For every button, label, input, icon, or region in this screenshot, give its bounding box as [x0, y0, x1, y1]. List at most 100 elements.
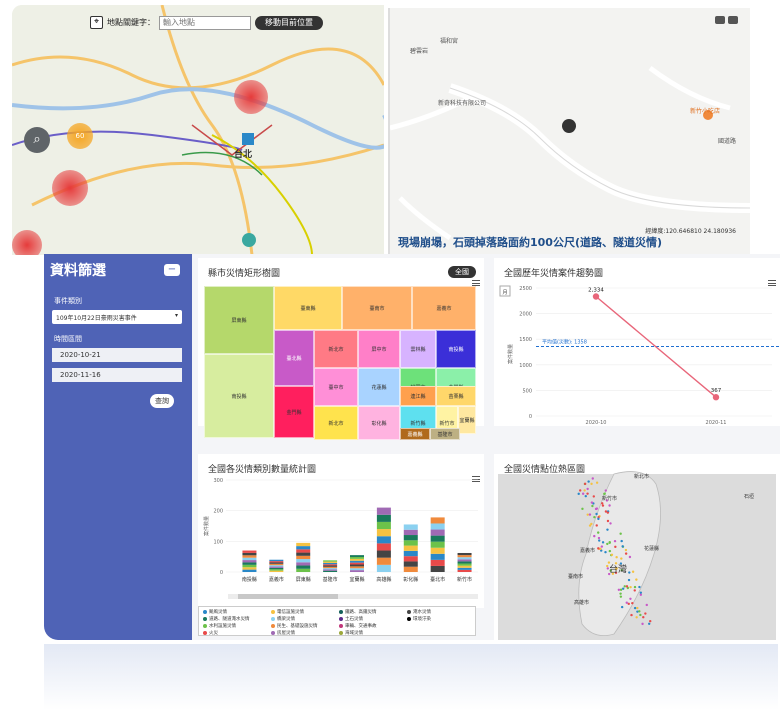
- legend-item[interactable]: 環境汙染: [407, 616, 431, 622]
- treemap-cell[interactable]: 雲林縣: [400, 330, 436, 368]
- legend-item[interactable]: 車輛、交通事故: [339, 623, 377, 629]
- legend-swatch: [271, 630, 275, 635]
- treemap-cell[interactable]: 臺東縣: [274, 286, 342, 330]
- incident-dot: [606, 528, 609, 531]
- legend-item[interactable]: 火災: [203, 630, 218, 636]
- taiwan-heat-map[interactable]: 新竹市花蓮縣台灣高雄市 臺南市 嘉義市 新北市石垣: [494, 454, 780, 642]
- treemap-cell[interactable]: 彰化縣: [358, 406, 400, 440]
- incident-dot: [592, 495, 595, 498]
- incident-dot: [595, 481, 599, 484]
- treemap-cell[interactable]: 苗栗縣: [436, 386, 476, 406]
- legend-item[interactable]: 土石災情: [339, 616, 363, 622]
- legend-item[interactable]: 電信設施災情: [271, 609, 304, 615]
- incident-dot: [610, 553, 614, 556]
- legend-label: 水利設施災情: [209, 624, 236, 629]
- bar-segment: [269, 570, 284, 572]
- restore-icon[interactable]: [715, 16, 725, 24]
- bar-segment: [457, 561, 472, 564]
- legend-swatch: [339, 609, 343, 614]
- incident-dot: [603, 492, 606, 495]
- treemap-cell[interactable]: 臺中市: [314, 368, 358, 406]
- legend-swatch: [271, 623, 275, 628]
- treemap-cell[interactable]: 基隆市: [430, 428, 460, 440]
- incident-dot: [631, 601, 634, 605]
- treemap-cell[interactable]: 新北市: [314, 330, 358, 368]
- legend-item[interactable]: 民生、基礎設施災情: [271, 623, 318, 629]
- treemap-cell[interactable]: 嘉義縣: [400, 428, 430, 440]
- incident-dot: [625, 585, 629, 588]
- treemap-cell[interactable]: 連江縣: [400, 386, 436, 406]
- incident-dot: [601, 504, 605, 507]
- category-select[interactable]: 109年10月22日豪雨災害事件 ▾: [52, 310, 182, 324]
- query-button[interactable]: 查詢: [150, 394, 174, 408]
- incident-dot: [590, 522, 593, 526]
- incident-dot: [630, 613, 633, 617]
- legend-item[interactable]: 颱風災情: [203, 609, 227, 615]
- legend-item[interactable]: 房屋災情: [271, 630, 295, 636]
- incident-dot: [591, 504, 594, 508]
- range-label: 時間區間: [54, 335, 82, 343]
- treemap-cell[interactable]: 南投縣: [204, 354, 274, 438]
- incident-dot: [609, 522, 612, 525]
- legend-item[interactable]: 鐵路、高鐵災情: [339, 609, 377, 615]
- map-place-label: 福和宮: [440, 38, 459, 45]
- treemap-cell[interactable]: 花蓮縣: [358, 368, 400, 406]
- legend-item[interactable]: 水利設施災情: [203, 623, 236, 629]
- incident-dot: [608, 549, 612, 553]
- x-tick-label: 新竹市: [457, 576, 472, 583]
- treemap-cell[interactable]: 新北市: [314, 406, 358, 440]
- bar-segment: [457, 552, 472, 556]
- legend-swatch: [271, 609, 275, 614]
- legend-label: 車輛、交通事故: [345, 624, 377, 629]
- bar-segment: [430, 523, 445, 530]
- bar-segment: [323, 570, 338, 572]
- minimize-icon[interactable]: [728, 16, 738, 24]
- all-country-button[interactable]: 全國: [448, 266, 476, 278]
- legend-item[interactable]: 橋梁災情: [271, 616, 295, 622]
- cluster-marker[interactable]: 60: [67, 123, 93, 149]
- map-place-label: 國道路: [718, 138, 737, 145]
- treemap-cell[interactable]: 南投縣: [436, 330, 476, 368]
- search-label: 地點關鍵字：: [107, 18, 155, 27]
- map-window-controls[interactable]: [715, 16, 738, 24]
- treemap-cell[interactable]: 嘉義市: [412, 286, 476, 330]
- legend-swatch: [203, 630, 207, 635]
- start-date-field[interactable]: 2020-10-21: [52, 348, 182, 362]
- bar-segment: [323, 568, 338, 570]
- map-label: 新北市: [634, 473, 649, 480]
- incident-dot: [621, 587, 625, 590]
- legend-swatch: [339, 630, 343, 635]
- search-input[interactable]: [159, 15, 251, 30]
- treemap-cell[interactable]: 臺南市: [342, 286, 412, 330]
- incident-dot: [578, 489, 582, 492]
- incident-dot: [590, 501, 594, 504]
- detail-map[interactable]: 碧雲岩 福和宮 新奇科技有限公司 新竹小吃店 國道路 經緯度:120.64681…: [388, 8, 750, 256]
- bar-segment: [242, 552, 257, 556]
- cluster-marker[interactable]: [234, 80, 268, 114]
- minimize-icon[interactable]: −: [164, 264, 180, 276]
- treemap-cell[interactable]: 金門縣: [274, 386, 314, 438]
- treemap-cell[interactable]: 屏中市: [358, 330, 400, 368]
- bar-segment: [430, 517, 445, 524]
- treemap-cell[interactable]: 臺北縣: [274, 330, 314, 386]
- move-to-current-location-button[interactable]: 移動目前位置: [255, 15, 323, 30]
- cluster-marker[interactable]: [52, 170, 88, 206]
- legend-item[interactable]: 淹水災情: [407, 609, 431, 615]
- incident-dot: [597, 547, 600, 550]
- magnifier-icon[interactable]: ⌕: [24, 127, 50, 153]
- legend-item[interactable]: 道路、隧道淹水災情: [203, 616, 250, 622]
- legend-item[interactable]: 海域災情: [339, 630, 363, 636]
- incident-dot: [595, 507, 599, 510]
- treemap-cell[interactable]: 屏東縣: [204, 286, 274, 354]
- bar-segment: [242, 567, 257, 570]
- incident-dot: [635, 616, 638, 619]
- overview-map[interactable]: ⌖ 地點關鍵字： 移動目前位置 ⌕ 60 台北: [12, 5, 384, 255]
- bar-segment: [269, 565, 284, 567]
- treemap-cell[interactable]: 宜蘭縣: [458, 406, 476, 434]
- legend-swatch: [203, 609, 207, 614]
- cluster-marker[interactable]: [242, 233, 256, 247]
- cluster-marker[interactable]: [12, 230, 42, 255]
- bar-segment: [376, 557, 391, 565]
- end-date-field[interactable]: 2020-11-16: [52, 368, 182, 382]
- x-tick-label: 2020-11: [706, 420, 727, 426]
